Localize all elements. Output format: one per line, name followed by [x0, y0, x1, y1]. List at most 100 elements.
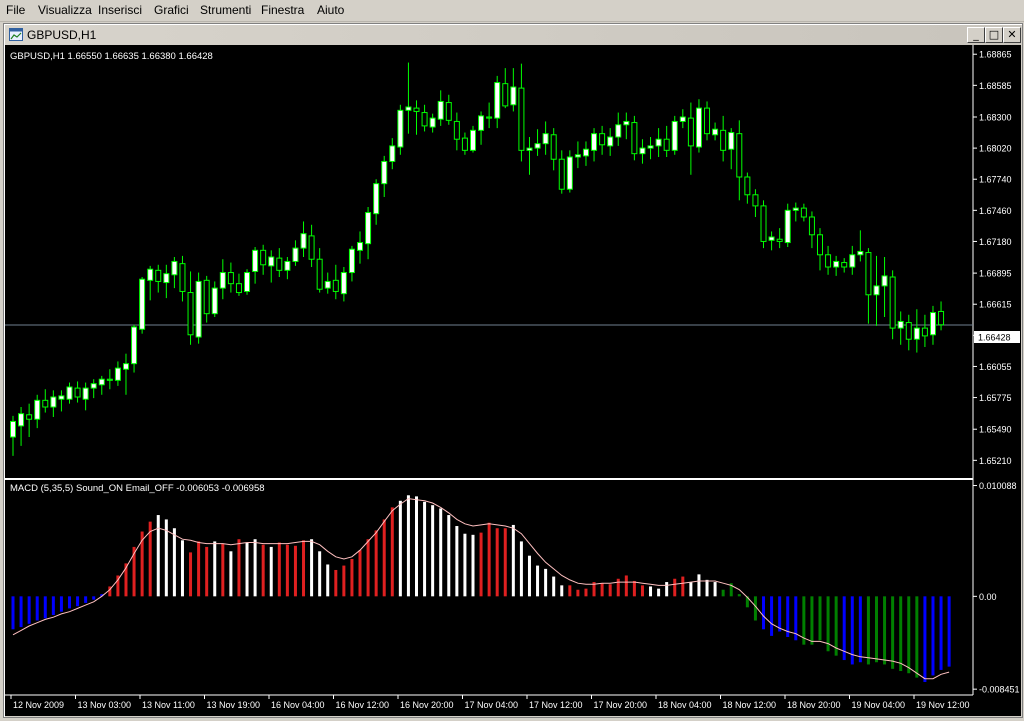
candle-body — [760, 205, 767, 242]
macd-bar — [253, 539, 257, 597]
macd-bar — [527, 555, 531, 597]
macd-bar — [245, 542, 249, 597]
candle-body — [615, 124, 622, 138]
candle-body — [66, 386, 73, 400]
candle-body — [308, 235, 315, 260]
candle-body — [752, 194, 759, 207]
candle-body — [833, 260, 840, 268]
price-tick-label: 1.65490 — [979, 425, 1012, 435]
menu-file[interactable]: File — [6, 3, 25, 17]
candle-body — [736, 133, 743, 178]
candle-body — [405, 106, 412, 111]
candle-body — [550, 134, 557, 160]
candle-body — [50, 396, 57, 408]
candle-body — [58, 395, 65, 400]
chart-canvas[interactable]: 1.68865 1.68585 1.68300 1.68020 1.67740 1.674… — [5, 45, 1021, 716]
current-price-label: 1.66428 — [978, 333, 1011, 343]
macd-bar — [197, 541, 201, 597]
macd-bar — [560, 585, 564, 597]
macd-bar — [536, 565, 540, 597]
candle-body — [679, 116, 686, 122]
candle-body — [203, 279, 210, 315]
candle-body — [10, 420, 16, 438]
candle-body — [413, 107, 420, 112]
price-tick-label: 1.67180 — [979, 237, 1012, 247]
macd-bar — [640, 585, 644, 597]
macd-bar — [568, 585, 572, 597]
macd-bar — [439, 508, 443, 597]
macd-bar — [552, 576, 556, 597]
menu-visualizza[interactable]: Visualizza — [38, 3, 92, 17]
candle-body — [122, 363, 129, 370]
candle-body — [292, 247, 299, 262]
candle-body — [74, 387, 81, 398]
price-tick-label: 1.68865 — [979, 50, 1012, 60]
macd-bar — [302, 540, 306, 597]
macd-bar — [221, 543, 225, 597]
price-tick-label: 1.66895 — [979, 269, 1012, 279]
candle-body — [437, 100, 444, 120]
candle-body — [671, 120, 678, 151]
mdi-workspace: GBPUSD,H1 _ □ ✕ 1.68865 1.68585 1.68300 1.6… — [0, 22, 1024, 718]
candle-body — [817, 234, 823, 256]
macd-bar — [778, 596, 782, 632]
macd-tick-label: 0.00 — [979, 592, 997, 602]
macd-bar — [11, 596, 15, 630]
menu-finestra[interactable]: Finestra — [261, 3, 304, 17]
maximize-button[interactable]: □ — [985, 27, 1003, 43]
price-info-label: GBPUSD,H1 1.66550 1.66635 1.66380 1.6642… — [10, 51, 213, 62]
macd-bar — [67, 596, 71, 609]
menu-aiuto[interactable]: Aiuto — [317, 3, 344, 17]
macd-bar — [189, 552, 193, 597]
candle-body — [478, 115, 485, 131]
macd-bar — [277, 542, 281, 597]
macd-bar — [891, 596, 895, 669]
chart-area[interactable]: 1.68865 1.68585 1.68300 1.68020 1.67740 1.674… — [5, 45, 1021, 716]
candle-body — [534, 143, 541, 149]
macd-info-label: MACD (5,35,5) Sound_ON Email_OFF -0.0060… — [10, 483, 265, 494]
minimize-button[interactable]: _ — [967, 27, 985, 43]
macd-bar — [27, 596, 31, 624]
macd-bar — [858, 596, 862, 663]
candle-body — [768, 236, 775, 241]
candle-body — [163, 273, 170, 284]
candle-body — [171, 260, 178, 276]
macd-bar — [665, 582, 669, 597]
candle-body — [921, 327, 928, 337]
candle-body — [389, 145, 396, 162]
candle-body — [825, 254, 832, 268]
macd-bar — [390, 507, 394, 597]
macd-bar — [172, 528, 176, 597]
macd-bar — [35, 596, 39, 621]
macd-bar — [59, 596, 63, 612]
candle-body — [566, 156, 573, 190]
candle-body — [211, 287, 218, 315]
price-tick-label: 1.67740 — [979, 175, 1012, 185]
candle-body — [235, 283, 242, 294]
time-tick-label: 17 Nov 12:00 — [529, 700, 583, 710]
macd-bar — [697, 574, 701, 597]
candle-body — [889, 276, 896, 329]
window-titlebar[interactable]: GBPUSD,H1 _ □ ✕ — [5, 25, 1021, 45]
time-tick-label: 16 Nov 04:00 — [271, 700, 325, 710]
candle-body — [631, 122, 638, 155]
price-tick-label: 1.68585 — [979, 81, 1012, 91]
macd-bar — [907, 596, 911, 674]
close-button[interactable]: ✕ — [1003, 27, 1021, 43]
candle-body — [929, 312, 936, 336]
menu-strumenti[interactable]: Strumenti — [200, 3, 251, 17]
candle-body — [106, 378, 113, 381]
candle-body — [179, 263, 186, 292]
menu-inserisci[interactable]: Inserisci — [98, 3, 142, 17]
menu-grafici[interactable]: Grafici — [154, 3, 189, 17]
candle-body — [744, 176, 751, 196]
candle-body — [34, 399, 41, 420]
macd-bar — [326, 564, 330, 597]
macd-bar — [834, 596, 838, 656]
candle-body — [582, 148, 589, 157]
time-tick-label: 19 Nov 12:00 — [916, 700, 970, 710]
candle-body — [219, 272, 226, 289]
candle-body — [776, 238, 783, 242]
candle-body — [720, 129, 727, 151]
macd-bar — [310, 539, 314, 597]
